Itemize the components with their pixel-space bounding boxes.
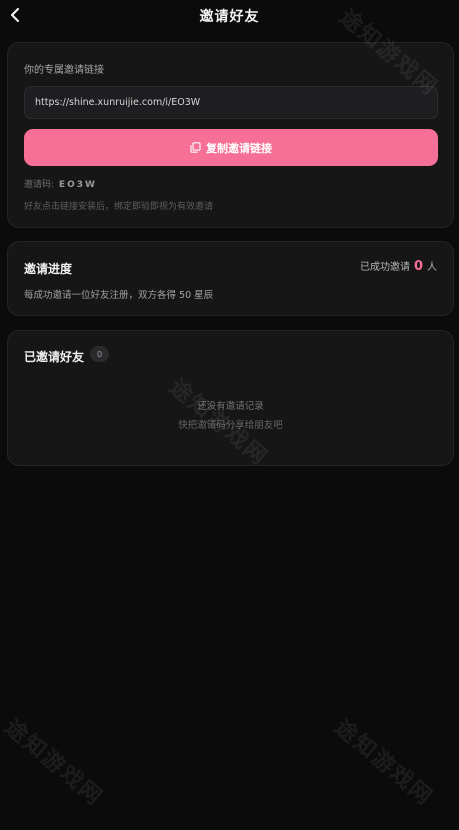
success-label: 已成功邀请 xyxy=(359,262,410,273)
invite-friends-page: 邀请好友 你的专属邀请链接 https://shine.xunruijie.co… xyxy=(0,0,459,830)
invited-count-badge: 0 xyxy=(90,346,109,362)
success-count: 0 xyxy=(413,259,423,274)
invited-title: 已邀请好友 xyxy=(24,350,85,364)
invite-code-label: 邀请码: xyxy=(24,180,55,190)
invite-link-card: 你的专属邀请链接 https://shine.xunruijie.com/i/E… xyxy=(7,42,454,228)
copy-link-label: 复制邀请链接 xyxy=(206,141,272,155)
invite-link-label: 你的专属邀请链接 xyxy=(24,65,104,76)
invite-hint: 好友点击链接安装后，绑定即验即视为有效邀请 xyxy=(24,202,214,212)
invite-link-url: https://shine.xunruijie.com/i/EO3W xyxy=(35,97,201,108)
watermark: 途知游戏网 xyxy=(329,714,438,812)
invite-code-line: 邀请码: EO3W xyxy=(24,177,97,190)
progress-summary: 已成功邀请 0 人 xyxy=(360,258,437,274)
copy-icon xyxy=(190,142,201,153)
invite-progress-card: 邀请进度 已成功邀请 0 人 每成功邀请一位好友注册，双方各得 50 星辰 xyxy=(7,241,454,316)
progress-title: 邀请进度 xyxy=(24,262,73,276)
back-button[interactable] xyxy=(6,5,24,25)
empty-title: 还没有邀请记录 xyxy=(197,401,264,412)
invite-link-field[interactable]: https://shine.xunruijie.com/i/EO3W xyxy=(24,86,438,119)
copy-link-button[interactable]: 复制邀请链接 xyxy=(24,129,438,166)
empty-hint: 快把邀请码分享给朋友吧 xyxy=(178,420,283,431)
success-unit: 人 xyxy=(427,262,437,273)
page-title: 邀请好友 xyxy=(199,9,260,25)
chevron-left-icon xyxy=(11,8,19,22)
invited-friends-card: 已邀请好友 0 还没有邀请记录 快把邀请码分享给朋友吧 xyxy=(7,330,454,466)
progress-desc: 每成功邀请一位好友注册，双方各得 50 星辰 xyxy=(24,290,214,301)
watermark: 途知游戏网 xyxy=(0,714,108,812)
invite-code-value: EO3W xyxy=(58,180,97,190)
header: 邀请好友 xyxy=(0,0,459,32)
